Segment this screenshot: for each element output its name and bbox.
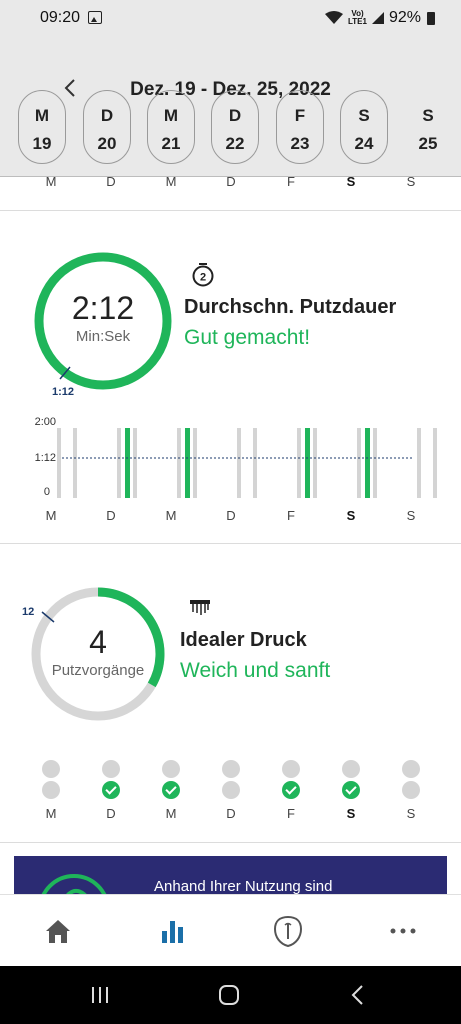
day-empty-dot: [42, 760, 60, 778]
day-empty-dot: [282, 760, 300, 778]
chart-bar-active: [365, 428, 370, 498]
day-empty-dot: [102, 760, 120, 778]
pressure-unit: Putzvorgänge: [51, 662, 145, 679]
day-empty-dot: [402, 760, 420, 778]
banner-text: Anhand Ihrer Nutzung sind: [154, 878, 333, 895]
nav-more[interactable]: [385, 913, 421, 949]
nav-philips[interactable]: [270, 913, 306, 949]
day-check-dot: [342, 781, 360, 799]
weekday-label: D: [226, 806, 236, 821]
chart-bar-active: [185, 428, 190, 498]
duration-chart: [57, 428, 437, 498]
chart-bar-active: [305, 428, 310, 498]
day-empty-dot: [162, 760, 180, 778]
weekday-label: M: [165, 508, 177, 523]
day-empty-dot: [222, 760, 240, 778]
chart-bar-empty: [133, 428, 137, 498]
home-button-icon[interactable]: [217, 983, 241, 1007]
more-icon: [390, 928, 416, 934]
bottom-navigation: [0, 894, 461, 966]
pressure-target-label: 12: [22, 606, 35, 618]
weekday-label: F: [287, 806, 295, 821]
weekday-label: D: [226, 508, 236, 523]
weekday-label: M: [45, 806, 57, 821]
chart-bar-empty: [297, 428, 301, 498]
chart-bar-empty: [253, 428, 257, 498]
pressure-title: Idealer Druck: [180, 629, 307, 651]
section-divider: [0, 842, 461, 843]
chart-bar-empty: [177, 428, 181, 498]
stats-icon: [162, 921, 183, 943]
weekday-label: S: [346, 806, 356, 821]
weekday-label: S: [406, 806, 416, 821]
weekday-label: F: [287, 508, 295, 523]
brush-head-icon: [190, 600, 210, 615]
weekday-label: S: [406, 508, 416, 523]
back-icon[interactable]: [346, 983, 370, 1007]
day-check-dot: [162, 781, 180, 799]
day-empty-dot: [342, 760, 360, 778]
pressure-status: Weich und sanft: [180, 659, 331, 682]
day-check-dot: [282, 781, 300, 799]
weekday-label: S: [346, 508, 356, 523]
chart-bar-empty: [57, 428, 61, 498]
chart-bar-empty: [373, 428, 377, 498]
section-divider: [0, 543, 461, 544]
weekday-label: M: [45, 508, 57, 523]
chart-bar-empty: [117, 428, 121, 498]
philips-shield-icon: [273, 915, 303, 948]
chart-bar-active: [125, 428, 130, 498]
system-navigation-bar: [0, 966, 461, 1024]
nav-home[interactable]: [40, 913, 76, 949]
weekday-label: M: [165, 806, 177, 821]
chart-bar-empty: [313, 428, 317, 498]
home-icon: [46, 920, 70, 943]
recommendation-banner[interactable]: Anhand Ihrer Nutzung sind: [14, 856, 447, 898]
day-empty-dot: [222, 781, 240, 799]
chart-bar-empty: [237, 428, 241, 498]
nav-statistics[interactable]: [155, 913, 191, 949]
chart-bar-empty: [357, 428, 361, 498]
recent-apps-icon[interactable]: [88, 983, 112, 1007]
chart-bar-empty: [433, 428, 437, 498]
day-empty-dot: [42, 781, 60, 799]
chart-bar-empty: [193, 428, 197, 498]
chart-bar-empty: [417, 428, 421, 498]
weekday-label: D: [106, 508, 116, 523]
chart-bar-empty: [73, 428, 77, 498]
day-empty-dot: [402, 781, 420, 799]
weekday-label: D: [106, 806, 116, 821]
pressure-value: 4: [89, 624, 107, 660]
day-check-dot: [102, 781, 120, 799]
